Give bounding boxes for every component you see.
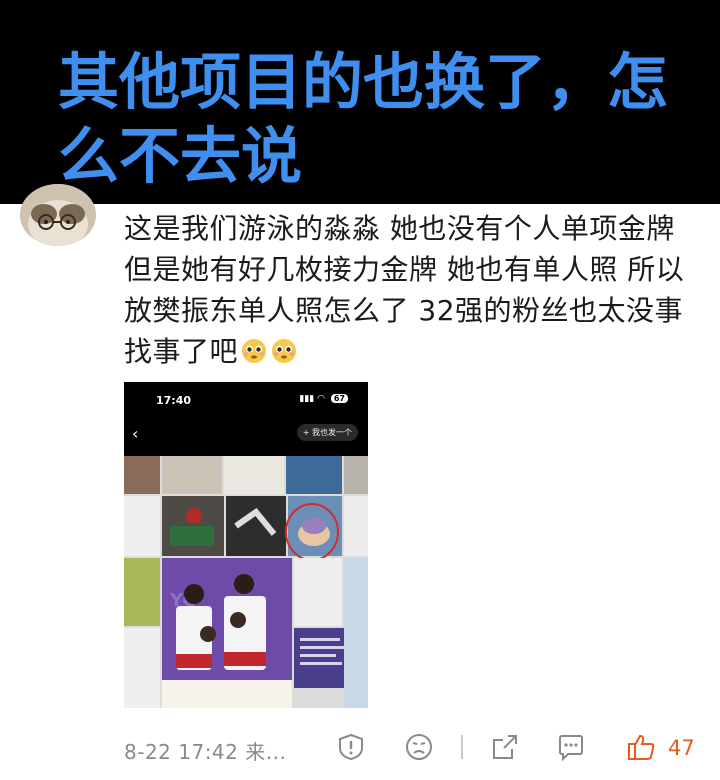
thumbs-up-icon[interactable] [626, 732, 656, 762]
avatar[interactable] [20, 184, 96, 246]
wifi-icon: ◠ [317, 394, 325, 404]
status-bar: 17:40 ▮▮▮ ◠ 67 [124, 382, 368, 422]
pleading-face-icon [272, 339, 297, 363]
comment-timestamp: 8-22 17:42 来... [124, 740, 287, 764]
comment-icon[interactable] [556, 732, 586, 762]
battery-icon: 67 [330, 394, 348, 403]
caption-banner: 其他项目的也换了，怎么不去说 [0, 0, 720, 204]
signal-icon: ▮▮▮ [299, 394, 315, 404]
dislike-icon[interactable] [404, 732, 434, 762]
like-count: 47 [668, 736, 695, 760]
cat-avatar-icon [20, 184, 96, 246]
status-icons: ▮▮▮ ◠ 67 [299, 394, 348, 404]
share-icon[interactable] [490, 732, 520, 762]
comment-text: 这是我们游泳的淼淼 她也没有个人单项金牌 但是她有好几枚接力金牌 她也有单人照 … [124, 208, 709, 372]
comment-action-bar: 8-22 17:42 来... 47 [0, 722, 720, 772]
banner-caption: 其他项目的也换了，怎么不去说 [58, 47, 669, 192]
back-arrow-icon: ‹ [132, 424, 139, 443]
photo-wall-image: YC [124, 456, 368, 708]
action-divider [461, 735, 463, 759]
post-too-button: + 我也发一个 [296, 424, 358, 441]
pleading-face-icon [242, 339, 267, 363]
status-time: 17:40 [156, 394, 192, 407]
attached-screenshot[interactable]: 17:40 ▮▮▮ ◠ 67 ‹ + 我也发一个 YC [124, 382, 368, 708]
comment-body: 这是我们游泳的淼淼 她也没有个人单项金牌 但是她有好几枚接力金牌 她也有单人照 … [124, 212, 685, 368]
report-icon[interactable] [336, 732, 366, 762]
